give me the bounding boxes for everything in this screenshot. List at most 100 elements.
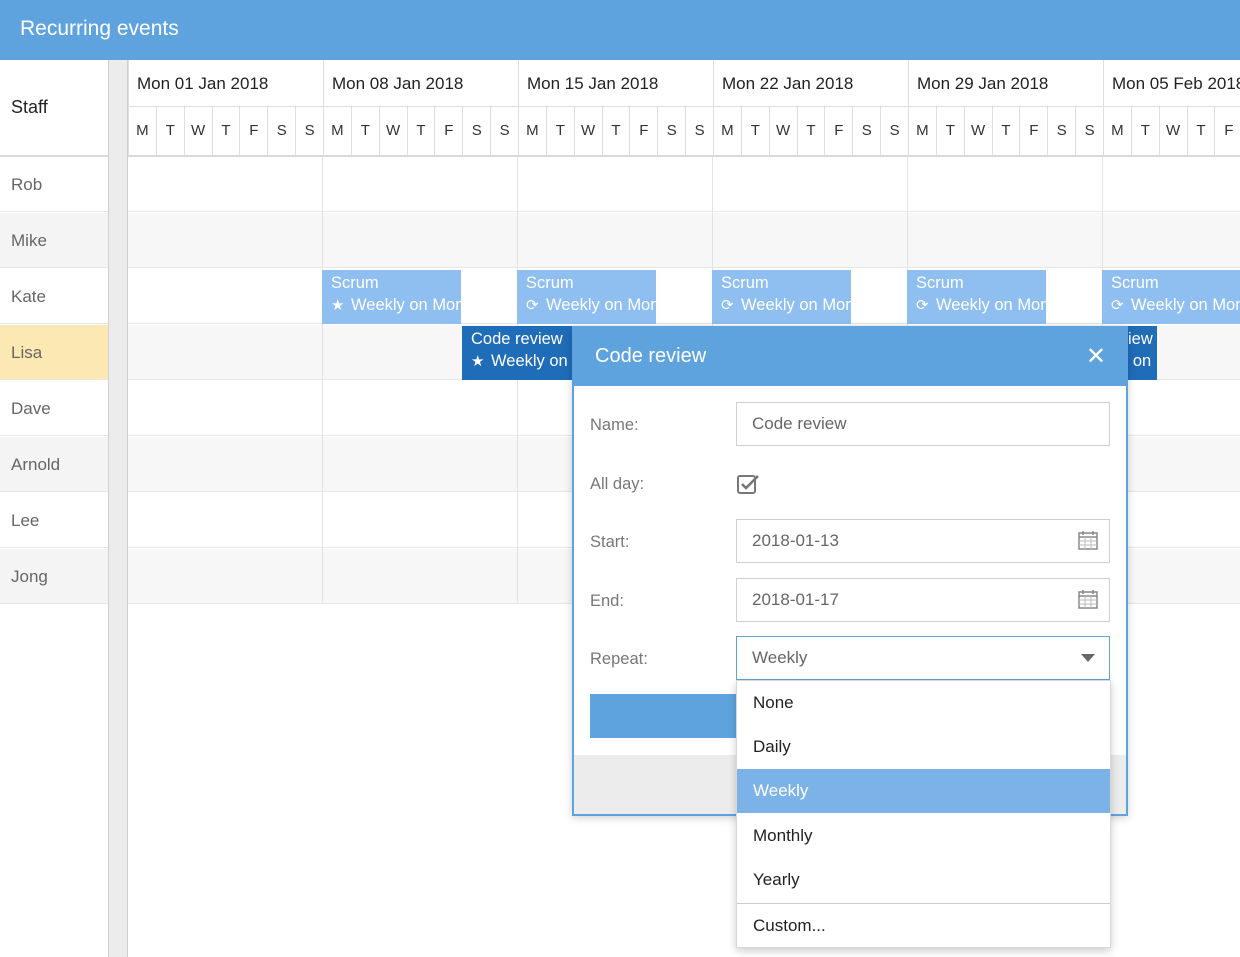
start-date-input[interactable]: 2018-01-13 bbox=[736, 519, 1110, 563]
end-label: End: bbox=[590, 592, 624, 610]
day-header: M bbox=[1103, 107, 1131, 155]
day-header: S bbox=[1075, 107, 1103, 155]
day-header: T bbox=[155, 107, 184, 155]
recurring-icon: ⟳ bbox=[1111, 297, 1124, 314]
staff-row-lee[interactable]: Lee bbox=[0, 493, 108, 548]
column-splitter[interactable] bbox=[108, 60, 128, 957]
week-header: Mon 05 Feb 2018 bbox=[1103, 60, 1240, 107]
app-title: Recurring events bbox=[20, 17, 179, 40]
event-subtitle: Weekly on Mon bbox=[351, 296, 461, 314]
day-header: S bbox=[462, 107, 490, 155]
event-title: Scrum bbox=[526, 274, 574, 292]
staff-row-dave[interactable]: Dave bbox=[0, 381, 108, 436]
event-title: Scrum bbox=[721, 274, 769, 292]
repeat-option-custom[interactable]: Custom... bbox=[737, 904, 1110, 948]
event-subtitle: Weekly on Mon bbox=[546, 296, 656, 314]
staff-row-arnold[interactable]: Arnold bbox=[0, 437, 108, 492]
close-icon[interactable]: ✕ bbox=[1086, 342, 1106, 371]
event-subtitle: Weekly on Mon bbox=[936, 296, 1046, 314]
end-date-value: 2018-01-17 bbox=[752, 590, 839, 609]
repeat-option-none[interactable]: None bbox=[737, 681, 1110, 725]
week-divider bbox=[517, 157, 518, 603]
allday-label: All day: bbox=[590, 475, 645, 493]
name-label: Name: bbox=[590, 416, 639, 434]
name-input[interactable]: Code review bbox=[736, 402, 1110, 446]
day-header: F bbox=[1214, 107, 1240, 155]
day-header: W bbox=[378, 107, 407, 155]
day-header: W bbox=[573, 107, 602, 155]
start-date-value: 2018-01-13 bbox=[752, 531, 839, 550]
staff-row-lisa[interactable]: Lisa bbox=[0, 325, 108, 380]
popup-header: Code review ✕ bbox=[574, 328, 1126, 386]
day-header: S bbox=[657, 107, 685, 155]
staff-row-rob[interactable]: Rob bbox=[0, 157, 108, 212]
event-title: Scrum bbox=[916, 274, 964, 292]
repeat-dropdown: None Daily Weekly Monthly Yearly Custom.… bbox=[736, 680, 1111, 948]
day-header: F bbox=[1019, 107, 1047, 155]
calendar-icon[interactable] bbox=[1078, 530, 1098, 550]
day-header: S bbox=[685, 107, 713, 155]
star-icon: ★ bbox=[471, 353, 485, 370]
day-header: W bbox=[1158, 107, 1187, 155]
repeat-option-yearly[interactable]: Yearly bbox=[737, 858, 1110, 902]
repeat-select[interactable]: Weekly bbox=[736, 636, 1110, 680]
repeat-option-weekly[interactable]: Weekly bbox=[737, 769, 1110, 813]
star-icon: ★ bbox=[331, 297, 345, 314]
day-header: M bbox=[128, 107, 156, 155]
app-header: Recurring events bbox=[0, 0, 1240, 60]
day-header: T bbox=[935, 107, 964, 155]
day-header: T bbox=[740, 107, 769, 155]
day-header: F bbox=[629, 107, 657, 155]
repeat-label: Repeat: bbox=[590, 650, 648, 668]
popup-title: Code review bbox=[595, 345, 707, 367]
staff-row-jong[interactable]: Jong bbox=[0, 549, 108, 604]
staff-column: Staff Rob Mike Kate Lisa Dave Arnold Lee… bbox=[0, 60, 108, 957]
day-header: W bbox=[768, 107, 797, 155]
event-subtitle: Weekly on Mon bbox=[1131, 296, 1240, 314]
day-header: F bbox=[824, 107, 852, 155]
event-scrum[interactable]: Scrum ⟳ Weekly on Mon bbox=[1102, 270, 1240, 324]
day-header: M bbox=[518, 107, 546, 155]
save-button[interactable] bbox=[590, 694, 750, 738]
event-title: Scrum bbox=[331, 274, 379, 292]
week-label: Mon 22 Jan 2018 bbox=[722, 74, 854, 93]
timeline-row[interactable] bbox=[128, 269, 1240, 324]
event-scrum[interactable]: Scrum ⟳ Weekly on Mon bbox=[517, 270, 656, 324]
day-header: S bbox=[490, 107, 518, 155]
day-header: T bbox=[601, 107, 630, 155]
repeat-option-daily[interactable]: Daily bbox=[737, 725, 1110, 769]
day-header: F bbox=[239, 107, 267, 155]
repeat-select-value: Weekly bbox=[752, 648, 808, 667]
day-header: S bbox=[1047, 107, 1075, 155]
event-subtitle: Weekly on Sat bbox=[491, 352, 574, 370]
event-code-review[interactable]: Code review ★ Weekly on Sat bbox=[462, 326, 574, 380]
day-header: T bbox=[991, 107, 1020, 155]
start-label: Start: bbox=[590, 533, 630, 551]
day-header: W bbox=[963, 107, 992, 155]
recurring-icon: ⟳ bbox=[526, 297, 539, 314]
day-header: F bbox=[434, 107, 462, 155]
event-scrum[interactable]: Scrum ⟳ Weekly on Mon bbox=[712, 270, 851, 324]
calendar-icon[interactable] bbox=[1078, 589, 1098, 609]
day-header: S bbox=[267, 107, 295, 155]
event-title: Scrum bbox=[1111, 274, 1159, 292]
staff-row-mike[interactable]: Mike bbox=[0, 213, 108, 268]
chevron-down-icon bbox=[1081, 654, 1095, 662]
week-header: Mon 22 Jan 2018 bbox=[713, 60, 908, 107]
event-scrum[interactable]: Scrum ★ Weekly on Mon bbox=[322, 270, 461, 324]
end-date-input[interactable]: 2018-01-17 bbox=[736, 578, 1110, 622]
day-header: T bbox=[406, 107, 435, 155]
day-header: T bbox=[796, 107, 825, 155]
staff-row-kate[interactable]: Kate bbox=[0, 269, 108, 324]
timeline-row[interactable] bbox=[128, 213, 1240, 268]
week-divider bbox=[322, 157, 323, 603]
repeat-option-monthly[interactable]: Monthly bbox=[737, 814, 1110, 858]
day-header: T bbox=[1186, 107, 1215, 155]
week-label: Mon 01 Jan 2018 bbox=[137, 74, 269, 93]
day-header: M bbox=[323, 107, 351, 155]
allday-checkbox[interactable] bbox=[736, 473, 760, 497]
day-header: S bbox=[852, 107, 880, 155]
staff-header-label: Staff bbox=[11, 97, 48, 117]
event-scrum[interactable]: Scrum ⟳ Weekly on Mon bbox=[907, 270, 1046, 324]
timeline-row[interactable] bbox=[128, 157, 1240, 212]
